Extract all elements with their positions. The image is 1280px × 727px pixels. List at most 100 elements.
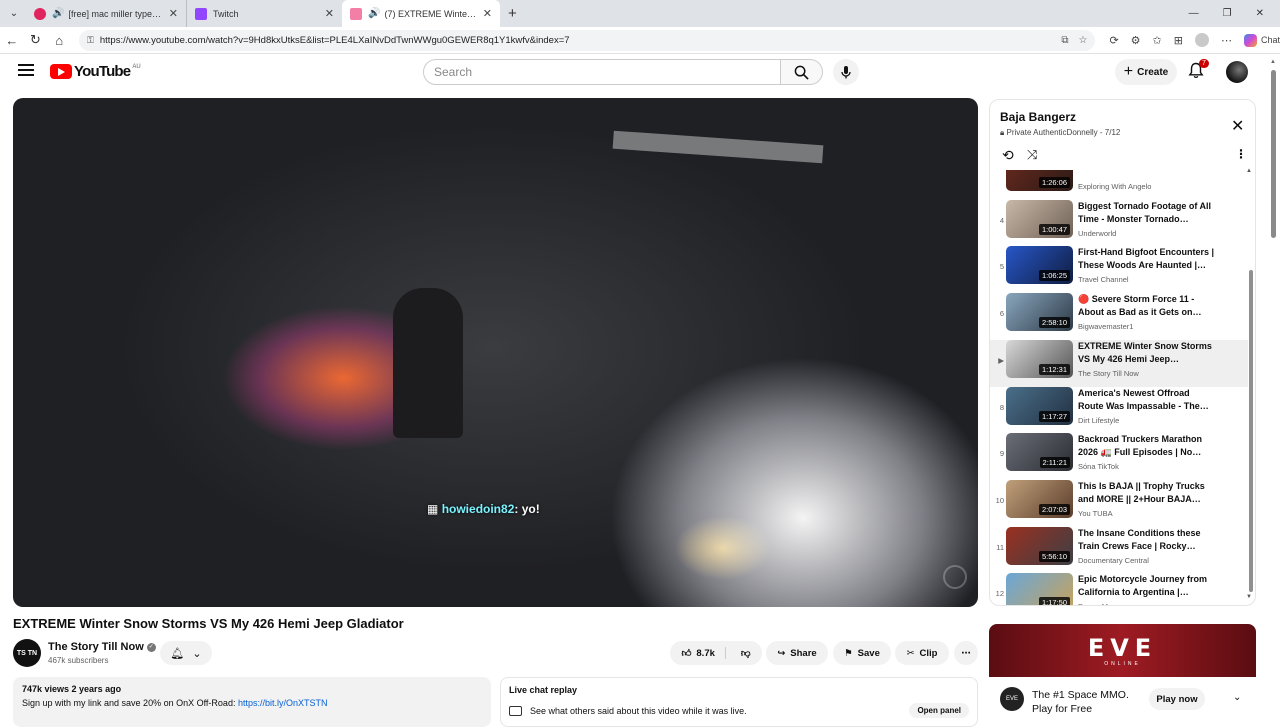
channel-avatar[interactable]: TS TN (13, 639, 41, 667)
home-icon[interactable]: ⌂ (47, 33, 71, 48)
video-player[interactable]: ▦ howiedoin82: yo! (13, 98, 978, 607)
playlist-item-index: 8 (999, 402, 1004, 412)
like-button[interactable]: 👍︎ 8.7k (681, 647, 726, 659)
playlist-subtitle-text: Private AuthenticDonnelly - 7/12 (1006, 128, 1121, 137)
playlist-item-thumbnail[interactable]: 5:56:10 (1006, 526, 1073, 565)
notifications-button[interactable]: 7 (1188, 59, 1210, 84)
browser-tab-active[interactable]: 🔊 (7) EXTREME Winter Snow St ✕ (342, 0, 500, 27)
restore-icon[interactable]: ❐ (1223, 8, 1232, 19)
browser-tab[interactable]: 🔊 [free] mac miller type beat "in ✕ (26, 0, 186, 27)
playlist-item-thumbnail[interactable]: 2:07:03 (1006, 479, 1073, 518)
search-input[interactable] (423, 59, 781, 85)
playlist-item-channel: You TUBA (1078, 508, 1113, 518)
playlist-title[interactable]: Baja Bangerz (1000, 110, 1120, 124)
playlist-item[interactable]: 11 5:56:10 The Insane Conditions these Tra… (990, 526, 1248, 574)
tab-close-icon[interactable]: ✕ (319, 7, 334, 20)
playlist-item[interactable]: 9 2:11:21 Backroad Truckers Marathon 2026 … (990, 433, 1248, 480)
playlist-item-thumbnail[interactable]: 2:58:10 (1006, 293, 1073, 332)
playlist-item[interactable]: 6 2:58:10 🔴 Severe Storm Force 11 - About … (990, 293, 1248, 340)
playlist-scrollbar[interactable] (1249, 270, 1253, 592)
youtube-logo[interactable]: YouTube AU (50, 63, 141, 80)
tab-close-icon[interactable]: ✕ (477, 7, 492, 20)
chevron-down-icon[interactable]: ⌄ (1233, 692, 1241, 703)
playlist-subtitle: 🔒︎ Private AuthenticDonnelly - 7/12 (1000, 128, 1120, 138)
page-scrollbar[interactable] (1271, 70, 1276, 238)
speaker-icon[interactable]: 🔊 (368, 8, 380, 19)
page-scroll-up-icon[interactable]: ▲ (1270, 59, 1276, 65)
open-panel-button[interactable]: Open panel (909, 703, 969, 718)
playlist-item-current[interactable]: ▶ 1:12:31 EXTREME Winter Snow Storms VS My… (990, 339, 1248, 387)
app-available-icon[interactable]: ⧉ (1061, 35, 1068, 46)
play-now-button[interactable]: Play now (1149, 688, 1205, 710)
create-label: Create (1137, 66, 1169, 78)
clip-button[interactable]: ✂ Clip (895, 641, 949, 665)
playlist-item[interactable]: 4 1:00:47 Biggest Tornado Footage of All T… (990, 199, 1248, 247)
playlist-item-channel: The Story Till Now (1078, 368, 1139, 378)
advertiser-logo[interactable]: EVE (1000, 687, 1024, 711)
description-link[interactable]: https://bit.ly/OnXTSTN (238, 698, 328, 708)
copilot-chat-button[interactable]: Chat (1243, 33, 1280, 47)
chat-user-badge-icon: ▦ (427, 502, 439, 516)
playlist-item[interactable]: 5 1:06:25 First-Hand Bigfoot Encounters | … (990, 246, 1248, 293)
share-button[interactable]: ↪ Share (766, 641, 828, 665)
scroll-down-icon[interactable]: ▼ (1246, 594, 1252, 600)
playlist-item-channel: Underworld (1078, 228, 1117, 238)
channel-watermark-icon[interactable] (943, 565, 967, 589)
playlist-item-thumbnail[interactable]: 1:06:25 (1006, 246, 1073, 285)
more-vertical-icon[interactable]: ⋮ (1235, 147, 1247, 161)
tab-close-icon[interactable]: ✕ (163, 7, 178, 20)
site-info-icon[interactable]: ⚿ (87, 35, 94, 46)
playlist-item-index: 4 (999, 215, 1004, 225)
favorite-star-icon[interactable]: ☆ (1078, 35, 1087, 46)
ad-banner[interactable]: EVE ONLINE (989, 624, 1256, 677)
playlist-item-thumbnail[interactable]: 1:12:31 (1006, 339, 1073, 378)
playlist-item[interactable]: 12 1:17:50 Epic Motorcycle Journey from Ca… (990, 573, 1248, 605)
dislike-button[interactable]: 👎︎ (731, 647, 751, 659)
tab-title: Twitch (213, 8, 239, 19)
bell-icon: 🔔︎ (170, 647, 185, 660)
playlist-item-index: 12 (995, 589, 1004, 599)
back-icon[interactable]: ← (0, 33, 24, 48)
account-avatar[interactable] (1226, 61, 1248, 83)
url-actions: ⧉ ☆ (1061, 35, 1087, 46)
chat-bubble-icon (509, 705, 522, 716)
playlist-item[interactable]: 8 1:17:27 America's Newest Offroad Route W… (990, 386, 1248, 434)
voice-search-button[interactable] (833, 59, 859, 85)
menu-icon[interactable] (18, 64, 34, 79)
extensions-icon[interactable]: ⟳ (1109, 34, 1118, 47)
loop-icon[interactable]: ⟲ (1002, 147, 1014, 164)
shuffle-icon[interactable]: ⤨ (1027, 147, 1037, 163)
minimize-icon[interactable]: — (1189, 8, 1199, 19)
more-options-icon[interactable]: ⋯ (1221, 34, 1232, 47)
ad-brand-sub: ONLINE (1104, 660, 1141, 667)
subscription-notification-button[interactable]: 🔔︎ ⌄ (160, 641, 212, 665)
reload-icon[interactable]: ↻ (24, 32, 48, 48)
tab-actions-menu-icon[interactable]: ⌄ (2, 2, 26, 26)
chat-message: : yo! (514, 502, 540, 516)
scroll-up-icon[interactable]: ▲ (1246, 168, 1252, 174)
browser-tab[interactable]: Twitch ✕ (186, 0, 342, 27)
url-field[interactable]: ⚿ https://www.youtube.com/watch?v=9Hd8kx… (79, 29, 1096, 51)
channel-name[interactable]: The Story Till Now ✓ (48, 641, 156, 653)
create-button[interactable]: + Create (1115, 59, 1177, 85)
playlist-item[interactable]: 1:26:06 Exploring With Angelo (990, 170, 1248, 200)
favorites-icon[interactable]: ✩ (1153, 34, 1162, 47)
save-button[interactable]: ⚑ Save (833, 641, 891, 665)
browser-address-bar: ← ↻ ⌂ ⚿ https://www.youtube.com/watch?v=… (0, 27, 1280, 54)
new-tab-icon[interactable]: + (508, 5, 517, 22)
collections-icon[interactable]: ⊞ (1174, 34, 1183, 47)
playlist-item[interactable]: 10 2:07:03 This Is BAJA || Trophy Trucks a… (990, 479, 1248, 527)
window-close-icon[interactable]: ✕ (1256, 8, 1264, 19)
profile-icon[interactable] (1194, 33, 1209, 47)
playlist-item-thumbnail[interactable]: 1:17:50 (1006, 573, 1073, 605)
split-screen-icon[interactable]: ⚙ (1131, 34, 1141, 47)
close-icon[interactable]: ✕ (1231, 116, 1244, 136)
playlist-item-thumbnail[interactable]: 1:17:27 (1006, 386, 1073, 425)
playlist-header: Baja Bangerz 🔒︎ Private AuthenticDonnell… (1000, 110, 1120, 138)
search-button[interactable] (781, 59, 823, 85)
speaker-icon[interactable]: 🔊 (52, 8, 64, 19)
playlist-item-thumbnail[interactable]: 1:26:06 (1006, 170, 1073, 191)
more-actions-button[interactable]: ⋯ (954, 641, 978, 665)
playlist-item-thumbnail[interactable]: 2:11:21 (1006, 433, 1073, 472)
playlist-item-thumbnail[interactable]: 1:00:47 (1006, 199, 1073, 238)
